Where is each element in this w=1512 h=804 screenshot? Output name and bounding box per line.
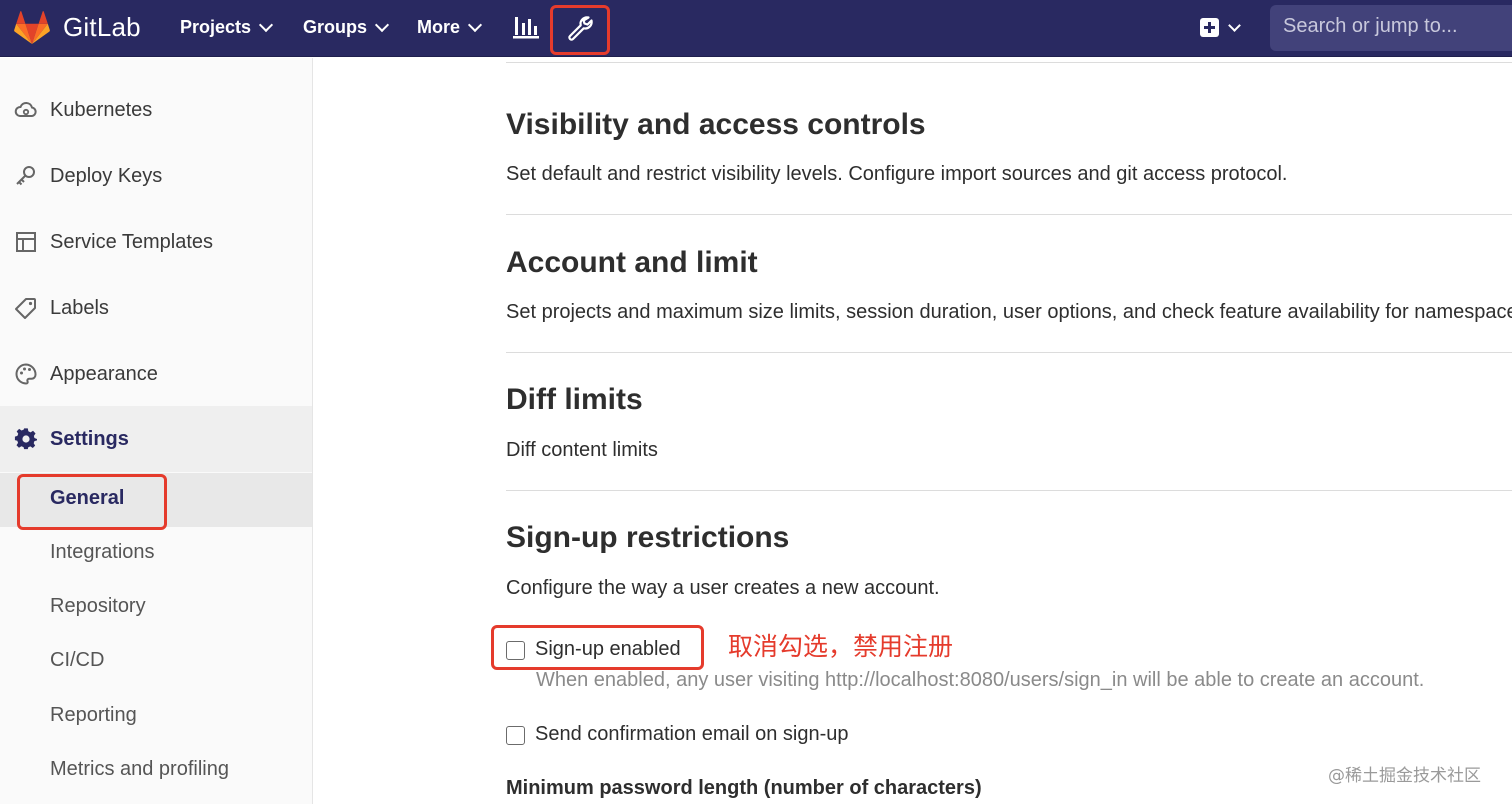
chevron-down-icon[interactable]: [1228, 19, 1241, 32]
chevron-down-icon: [374, 17, 390, 32]
sidebar-item-label: Settings: [50, 427, 129, 450]
section-title: Visibility and access controls: [506, 108, 926, 141]
min-password-label: Minimum password length (number of chara…: [506, 777, 982, 799]
new-item-plus-icon[interactable]: [1200, 18, 1219, 37]
brand-name[interactable]: GitLab: [63, 12, 141, 43]
projects-label: Projects: [180, 17, 252, 37]
groups-dropdown[interactable]: Groups: [303, 17, 390, 38]
gitlab-logo-icon[interactable]: [14, 11, 50, 45]
annotation-note: 取消勾选，禁用注册: [728, 632, 954, 661]
cloud-gear-icon: [14, 101, 37, 117]
sidebar-item-labels[interactable]: Labels: [0, 281, 312, 335]
divider: [506, 490, 1512, 491]
sidebar-subitem-label: Integrations: [50, 541, 155, 563]
sidebar-item-deploy-keys[interactable]: Deploy Keys: [0, 149, 312, 203]
admin-sidebar: Kubernetes Deploy Keys Service Templates…: [0, 58, 313, 804]
sidebar-subitem-label: CI/CD: [50, 649, 105, 671]
signup-enabled-checkbox[interactable]: [506, 641, 525, 660]
section-description: Set default and restrict visibility leve…: [506, 163, 1288, 185]
gear-icon: [14, 428, 37, 450]
send-confirmation-label[interactable]: Send confirmation email on sign-up: [535, 723, 849, 746]
chevron-down-icon: [467, 17, 483, 32]
send-confirmation-checkbox[interactable]: [506, 726, 525, 745]
more-dropdown[interactable]: More: [417, 17, 483, 38]
section-description: Configure the way a user creates a new a…: [506, 577, 940, 599]
sidebar-item-service-templates[interactable]: Service Templates: [0, 215, 312, 269]
sidebar-item-label: Service Templates: [50, 230, 214, 253]
sidebar-subitem-reporting[interactable]: Reporting: [0, 690, 312, 744]
watermark: @稀土掘金技术社区: [1328, 766, 1481, 786]
sidebar-item-kubernetes[interactable]: Kubernetes: [0, 83, 312, 137]
sidebar-subitem-label: Metrics and profiling: [50, 758, 229, 780]
label-tag-icon: [15, 298, 36, 319]
sidebar-subitem-metrics[interactable]: Metrics and profiling: [0, 744, 312, 798]
sidebar-subitem-integrations[interactable]: Integrations: [0, 527, 312, 581]
sidebar-subitem-label: Reporting: [50, 704, 137, 726]
divider: [506, 214, 1512, 215]
activity-chart-icon[interactable]: [512, 13, 540, 41]
section-title: Diff limits: [506, 383, 643, 416]
section-title: Account and limit: [506, 246, 758, 279]
groups-label: Groups: [303, 17, 368, 37]
signup-help-text: When enabled, any user visiting http://l…: [536, 669, 1425, 691]
sidebar-subitem-repository[interactable]: Repository: [0, 581, 312, 635]
sidebar-subitem-label: Repository: [50, 595, 146, 617]
key-icon: [16, 166, 35, 186]
signup-enabled-label[interactable]: Sign-up enabled: [535, 638, 681, 661]
section-description: Diff content limits: [506, 439, 658, 461]
wrench-icon[interactable]: [566, 14, 594, 42]
sidebar-item-appearance[interactable]: Appearance: [0, 347, 312, 401]
sidebar-item-label: Appearance: [50, 362, 158, 385]
sidebar-item-settings[interactable]: Settings: [0, 406, 312, 472]
search-input[interactable]: [1283, 15, 1512, 38]
top-navbar: GitLab Projects Groups More: [0, 0, 1512, 57]
search-box[interactable]: [1270, 5, 1512, 51]
divider: [506, 62, 1512, 63]
sidebar-item-label: Deploy Keys: [50, 164, 163, 187]
section-title: Sign-up restrictions: [506, 521, 790, 554]
general-highlight: [17, 474, 167, 530]
divider: [506, 352, 1512, 353]
template-icon: [16, 232, 36, 252]
more-label: More: [417, 17, 461, 37]
sidebar-item-label: Kubernetes: [50, 98, 153, 121]
palette-icon: [15, 363, 37, 385]
chevron-down-icon: [258, 17, 274, 32]
section-description: Set projects and maximum size limits, se…: [506, 301, 1512, 323]
projects-dropdown[interactable]: Projects: [180, 17, 274, 38]
sidebar-item-label: Labels: [50, 296, 109, 319]
sidebar-subitem-ci-cd[interactable]: CI/CD: [0, 635, 312, 689]
